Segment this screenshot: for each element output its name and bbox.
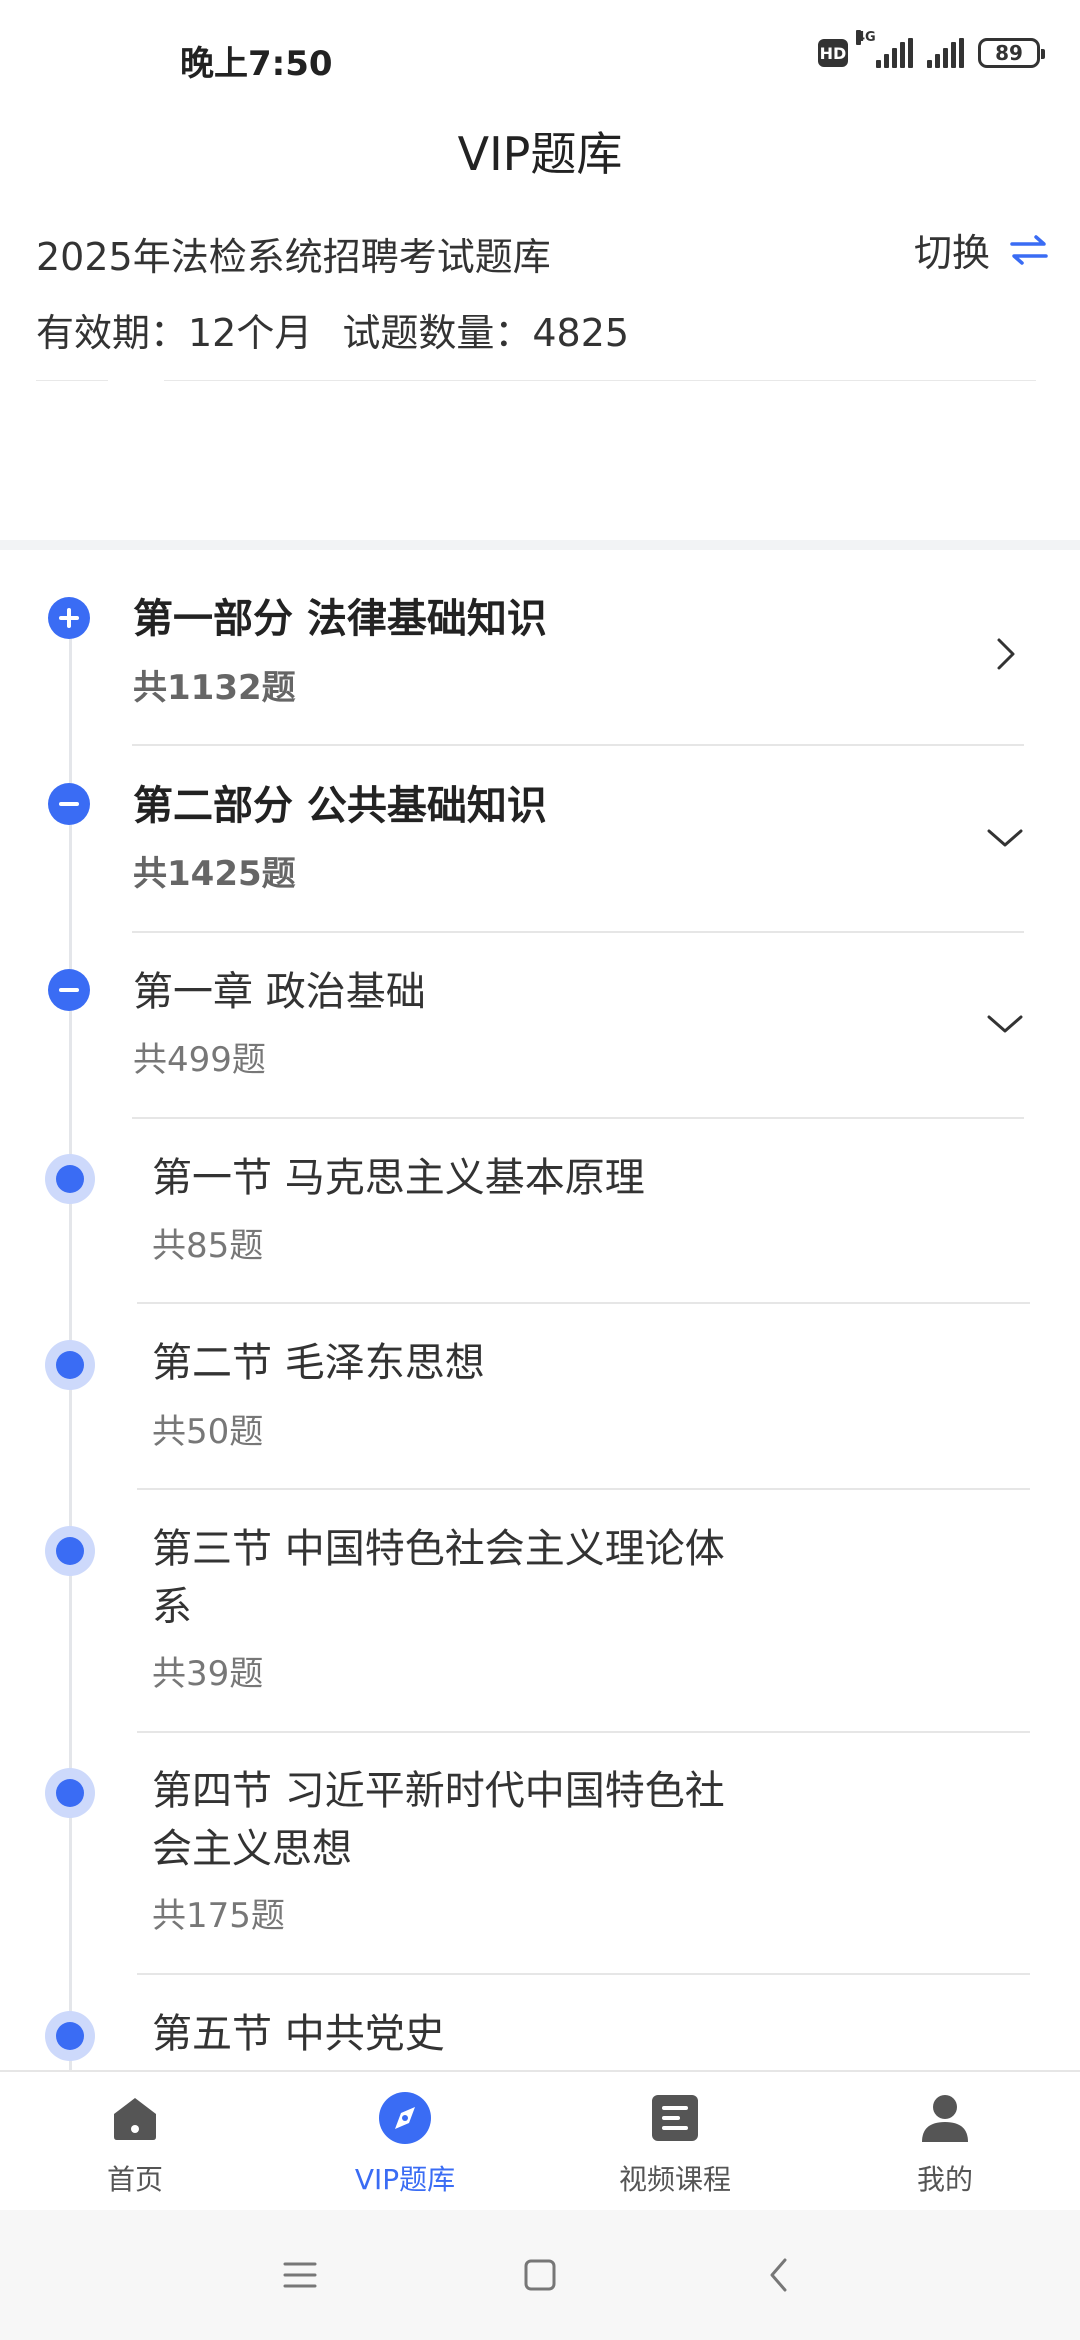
collapse-minus-icon[interactable] xyxy=(48,969,90,1011)
switch-bank-button[interactable]: 切换 xyxy=(914,222,1050,277)
item-title: 第五节 中共党史 xyxy=(152,2011,445,2057)
divider xyxy=(164,380,1036,381)
section-dot-icon xyxy=(45,1154,95,1204)
item-title: 第二节 毛泽东思想 xyxy=(152,1340,485,1386)
item-title: 第一部分 法律基础知识 xyxy=(133,596,547,642)
item-divider xyxy=(137,1973,1030,1975)
section-dot-icon xyxy=(45,2011,95,2061)
nav-label: 我的 xyxy=(916,2163,973,2196)
item-title-line-2: 系 xyxy=(152,1584,192,1630)
swap-arrows-icon xyxy=(1010,234,1048,265)
item-count: 共39题 xyxy=(152,1654,264,1694)
item-count: 共1425题 xyxy=(133,854,296,894)
compass-icon xyxy=(379,2092,431,2144)
question-count: 试题数量：4825 xyxy=(342,311,630,355)
collapse-minus-icon[interactable] xyxy=(48,783,90,825)
hd-icon: HD xyxy=(818,39,848,67)
item-title: 第二部分 公共基础知识 xyxy=(133,783,547,829)
signal-icon xyxy=(927,38,964,68)
validity: 有效期：12个月 xyxy=(36,311,313,355)
nav-home[interactable]: 首页 xyxy=(0,2072,270,2212)
item-title-line-1: 第三节 中国特色社会主义理论体 xyxy=(152,1526,725,1572)
item-title: 第一节 马克思主义基本原理 xyxy=(152,1155,645,1201)
item-divider xyxy=(132,744,1024,746)
chevron-down-icon[interactable] xyxy=(987,1006,1023,1042)
chevron-down-icon[interactable] xyxy=(987,820,1023,856)
section-dot-icon xyxy=(45,1768,95,1818)
section-dot-icon xyxy=(45,1526,95,1576)
home-square-icon[interactable] xyxy=(520,2255,560,2295)
item-count: 共85题 xyxy=(152,1226,264,1266)
system-nav-bar xyxy=(0,2210,1080,2340)
menu-icon[interactable] xyxy=(280,2255,320,2295)
item-count: 共50题 xyxy=(152,1412,264,1452)
bottom-nav: 首页 VIP题库 视频课程 我的 xyxy=(0,2070,1080,2212)
signal-4g-icon: 4G xyxy=(856,30,913,68)
nav-label: 视频课程 xyxy=(618,2163,731,2196)
nav-vip-bank[interactable]: VIP题库 xyxy=(270,2072,540,2212)
page-title: VIP题库 xyxy=(457,127,623,181)
item-divider xyxy=(137,1302,1030,1304)
network-type: 4G xyxy=(856,30,876,45)
nav-label: 首页 xyxy=(106,2163,163,2196)
item-divider xyxy=(137,1488,1030,1490)
person-icon xyxy=(922,2095,968,2142)
battery-icon: 89 xyxy=(978,38,1045,68)
item-title-line-1: 第四节 习近平新时代中国特色社 xyxy=(152,1768,725,1814)
status-indicators: HD 4G 89 xyxy=(818,30,1045,68)
status-time: 晚上7:50 xyxy=(180,44,333,84)
item-count: 共499题 xyxy=(133,1040,266,1080)
bank-meta: 有效期：12个月 试题数量：4825 xyxy=(36,302,629,357)
expand-plus-icon[interactable] xyxy=(48,597,90,639)
home-icon xyxy=(114,2098,156,2140)
switch-label: 切换 xyxy=(913,231,990,275)
nav-label: VIP题库 xyxy=(354,2163,456,2196)
section-dot-icon xyxy=(45,1340,95,1390)
item-title: 第一章 政治基础 xyxy=(133,969,426,1015)
nav-video-course[interactable]: 视频课程 xyxy=(540,2072,810,2212)
nav-profile[interactable]: 我的 xyxy=(810,2072,1080,2212)
status-bar: 晚上7:50 HD 4G 89 xyxy=(0,0,1080,110)
item-divider xyxy=(132,1117,1024,1119)
chevron-right-icon[interactable] xyxy=(987,636,1023,672)
divider xyxy=(36,380,108,381)
item-divider xyxy=(132,931,1024,933)
bank-name: 2025年法检系统招聘考试题库 xyxy=(36,235,551,279)
item-divider xyxy=(137,1731,1030,1733)
document-icon xyxy=(652,2095,698,2141)
item-title-line-2: 会主义思想 xyxy=(152,1826,352,1872)
back-icon[interactable] xyxy=(760,2255,800,2295)
section-separator xyxy=(0,540,1080,550)
item-count: 共175题 xyxy=(152,1896,285,1936)
item-count: 共1132题 xyxy=(133,668,296,708)
